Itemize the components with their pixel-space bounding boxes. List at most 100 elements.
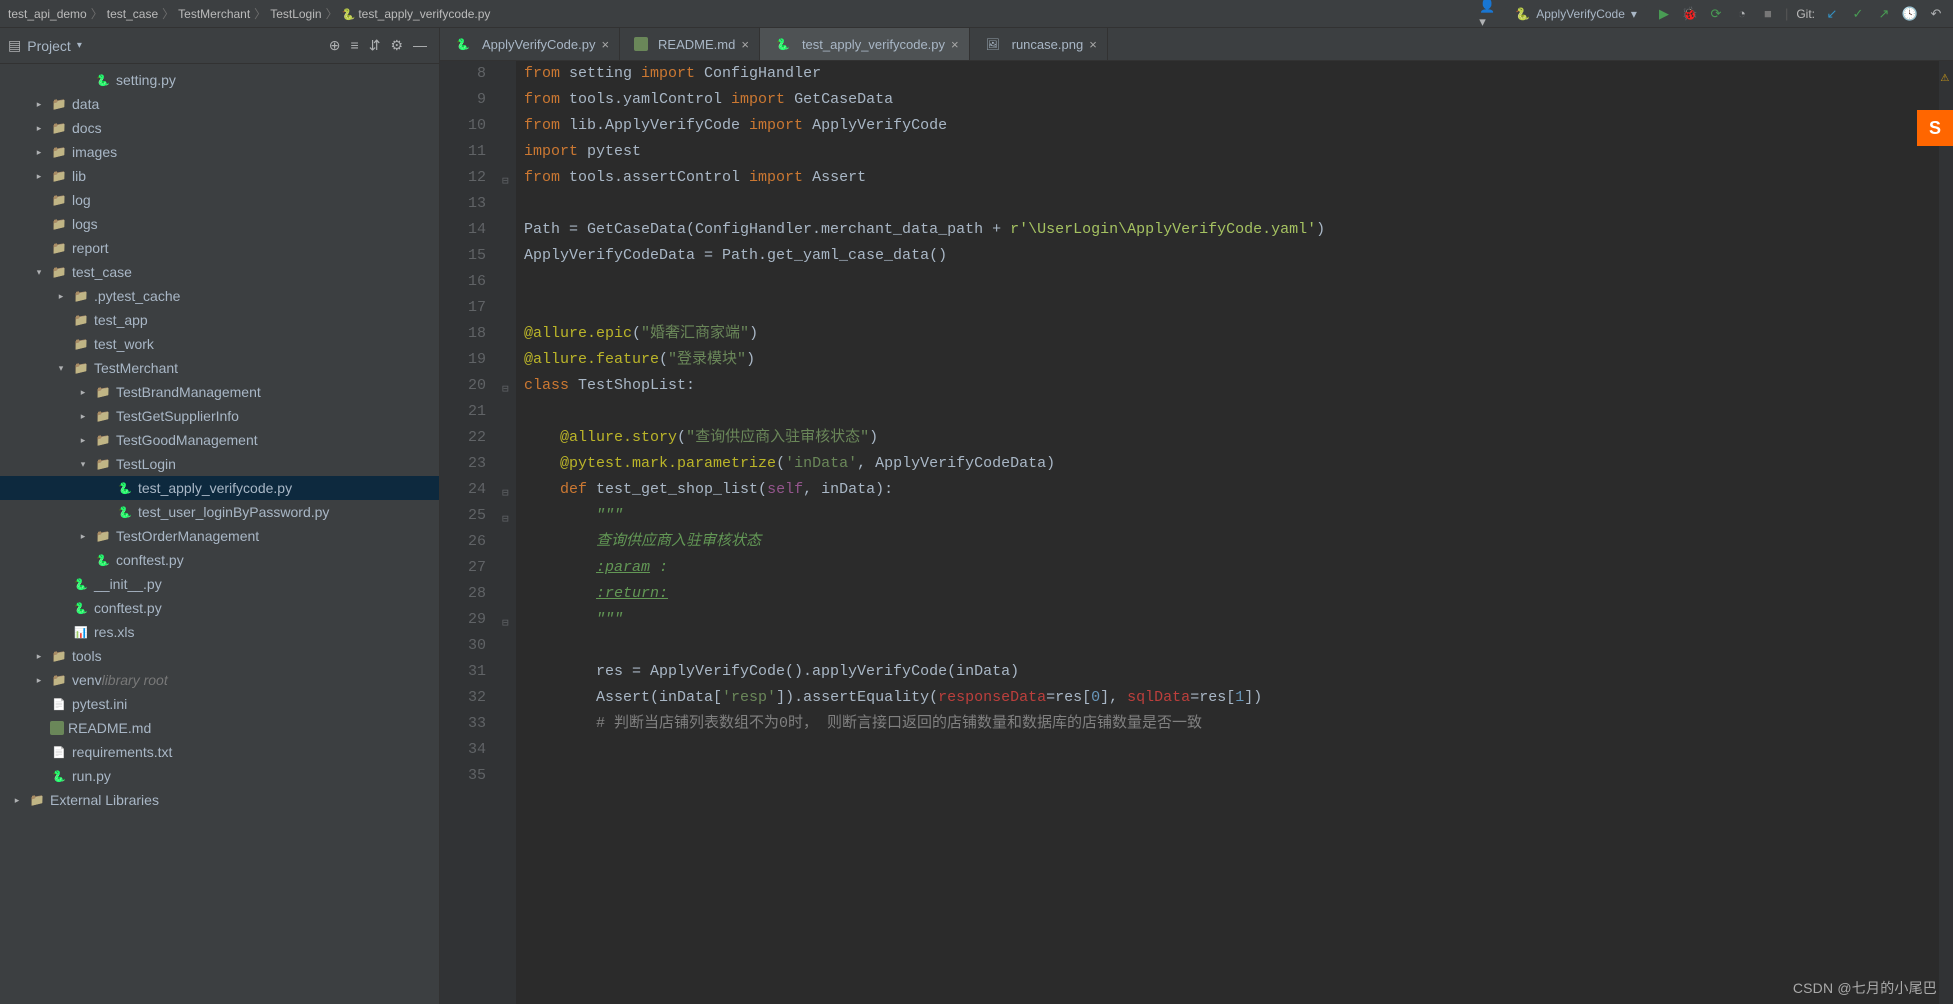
code-line[interactable]: import pytest [524,139,1939,165]
tree-item[interactable]: images [0,140,439,164]
code-line[interactable]: @allure.epic("婚奢汇商家端") [524,321,1939,347]
tree-chevron-icon[interactable] [76,435,90,446]
line-number[interactable]: 13 [440,191,486,217]
tree-chevron-icon[interactable] [54,291,68,302]
git-history-icon[interactable]: 🕓 [1901,5,1919,23]
breadcrumb-item[interactable]: TestLogin [270,7,321,21]
close-icon[interactable]: × [1089,37,1097,52]
line-number[interactable]: 24 [440,477,486,503]
code-line[interactable] [524,191,1939,217]
tree-chevron-icon[interactable] [32,147,46,158]
tree-item[interactable]: TestBrandManagement [0,380,439,404]
chevron-down-icon[interactable]: ▾ [77,40,82,51]
tree-chevron-icon[interactable] [10,795,24,806]
tree-chevron-icon[interactable] [32,123,46,134]
code-line[interactable]: :return: [524,581,1939,607]
tree-item[interactable]: TestMerchant [0,356,439,380]
line-number[interactable]: 35 [440,763,486,789]
fold-marker[interactable] [502,607,516,633]
tree-chevron-icon[interactable] [76,531,90,542]
tree-item[interactable]: test_apply_verifycode.py [0,476,439,500]
error-strip[interactable] [1939,61,1953,1004]
profile-icon[interactable]: ◔ [1733,5,1751,23]
tree-chevron-icon[interactable] [54,363,68,374]
line-number[interactable]: 21 [440,399,486,425]
locate-icon[interactable]: ⊕ [325,35,345,56]
line-number[interactable]: 8 [440,61,486,87]
line-number[interactable]: 28 [440,581,486,607]
code-area[interactable]: 8910111213141516171819202122232425262728… [440,61,1953,1004]
line-number[interactable]: 17 [440,295,486,321]
tree-item[interactable]: setting.py [0,68,439,92]
code-line[interactable]: Path = GetCaseData(ConfigHandler.merchan… [524,217,1939,243]
code-line[interactable]: res = ApplyVerifyCode().applyVerifyCode(… [524,659,1939,685]
line-number[interactable]: 14 [440,217,486,243]
line-number[interactable]: 18 [440,321,486,347]
coverage-icon[interactable]: ⟳ [1707,5,1725,23]
line-number[interactable]: 16 [440,269,486,295]
tree-item[interactable]: test_user_loginByPassword.py [0,500,439,524]
tree-item[interactable]: TestGoodManagement [0,428,439,452]
code-line[interactable]: ApplyVerifyCodeData = Path.get_yaml_case… [524,243,1939,269]
fold-strip[interactable] [502,61,516,1004]
tree-item[interactable]: test_case [0,260,439,284]
code-line[interactable]: """ [524,503,1939,529]
tree-item[interactable]: TestGetSupplierInfo [0,404,439,428]
line-number[interactable]: 11 [440,139,486,165]
close-icon[interactable]: × [601,37,609,52]
code-line[interactable]: 查询供应商入驻审核状态 [524,529,1939,555]
tree-item[interactable]: requirements.txt [0,740,439,764]
fold-marker[interactable] [502,503,516,529]
expand-all-icon[interactable]: ≡ [347,35,363,56]
fold-marker[interactable] [502,373,516,399]
line-number[interactable]: 33 [440,711,486,737]
tree-item[interactable]: TestOrderManagement [0,524,439,548]
tree-item[interactable]: pytest.ini [0,692,439,716]
code-line[interactable]: Assert(inData['resp']).assertEquality(re… [524,685,1939,711]
code-line[interactable]: @allure.story("查询供应商入驻审核状态") [524,425,1939,451]
breadcrumb-item[interactable]: TestMerchant [178,7,250,21]
breadcrumb-item[interactable]: test_api_demo [8,7,87,21]
tree-chevron-icon[interactable] [32,675,46,686]
code-line[interactable]: @pytest.mark.parametrize('inData', Apply… [524,451,1939,477]
stop-icon[interactable]: ■ [1759,5,1777,23]
tree-item[interactable]: conftest.py [0,596,439,620]
code-line[interactable]: # 判断当店铺列表数组不为0时， 则断言接口返回的店铺数量和数据库的店铺数量是否… [524,711,1939,737]
editor-tab[interactable]: README.md× [620,28,760,60]
tree-item[interactable]: conftest.py [0,548,439,572]
line-number[interactable]: 15 [440,243,486,269]
tree-chevron-icon[interactable] [32,171,46,182]
tree-item[interactable]: venv library root [0,668,439,692]
code-line[interactable]: def test_get_shop_list(self, inData): [524,477,1939,503]
line-number[interactable]: 29 [440,607,486,633]
sogou-badge[interactable]: S [1917,110,1953,146]
project-tree[interactable]: setting.pydatadocsimageslibloglogsreport… [0,64,439,1004]
hide-icon[interactable]: — [409,35,431,56]
line-number[interactable]: 22 [440,425,486,451]
tree-chevron-icon[interactable] [76,459,90,470]
line-number[interactable]: 20 [440,373,486,399]
code-line[interactable]: :param : [524,555,1939,581]
settings-icon[interactable]: ⚙ [386,35,407,56]
line-number[interactable]: 23 [440,451,486,477]
line-number[interactable]: 9 [440,87,486,113]
code-content[interactable]: from setting import ConfigHandlerfrom to… [516,61,1939,1004]
line-number[interactable]: 31 [440,659,486,685]
code-line[interactable]: from setting import ConfigHandler [524,61,1939,87]
git-update-icon[interactable]: ↙ [1823,5,1841,23]
tree-item[interactable]: test_work [0,332,439,356]
editor-tab[interactable]: ApplyVerifyCode.py× [440,28,620,60]
tree-chevron-icon[interactable] [32,99,46,110]
line-number[interactable]: 19 [440,347,486,373]
tree-item[interactable]: data [0,92,439,116]
line-number[interactable]: 25 [440,503,486,529]
code-line[interactable] [524,737,1939,763]
editor-tab[interactable]: test_apply_verifycode.py× [760,28,970,60]
line-number[interactable]: 30 [440,633,486,659]
debug-icon[interactable]: 🐞 [1681,5,1699,23]
fold-marker[interactable] [502,165,516,191]
editor-tab[interactable]: runcase.png× [970,28,1108,60]
git-rollback-icon[interactable]: ↶ [1927,5,1945,23]
tree-chevron-icon[interactable] [32,267,46,278]
tree-item[interactable]: tools [0,644,439,668]
